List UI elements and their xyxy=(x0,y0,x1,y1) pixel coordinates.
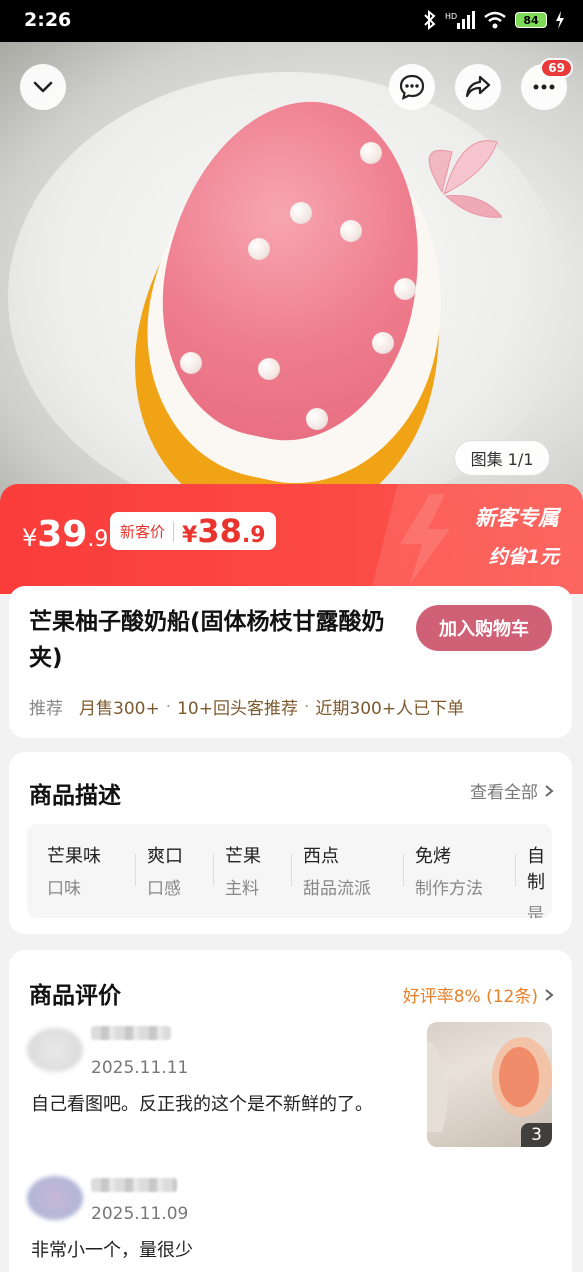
wifi-icon xyxy=(484,11,506,29)
tapioca-pearl xyxy=(360,142,382,164)
battery-indicator: 84 xyxy=(515,12,547,28)
share-button[interactable] xyxy=(455,64,501,110)
tapioca-pearl xyxy=(394,278,416,300)
original-price: ¥ 39 .9 xyxy=(22,514,108,555)
product-image[interactable]: 69 图集 1/1 xyxy=(0,42,583,502)
view-all-label: 查看全部 xyxy=(470,783,538,803)
view-all-link[interactable]: 查看全部 xyxy=(470,778,554,803)
divider xyxy=(403,854,404,886)
divider xyxy=(291,854,292,886)
attribute-item: 西点 甜品流派 xyxy=(303,842,371,899)
reviewer-name-blurred xyxy=(91,1178,177,1192)
review-text: 自己看图吧。反正我的这个是不新鲜的了。 xyxy=(31,1094,373,1115)
signal-icon: HD xyxy=(445,11,475,29)
attribute-value: 爽口 xyxy=(147,846,183,867)
description-card: 商品描述 查看全部 芒果味 口味 爽口 口感 芒果 主料 西点 甜品流派 免烤 … xyxy=(9,752,572,934)
new-customer-price: ¥ 38 .9 xyxy=(182,512,266,550)
tapioca-pearl xyxy=(372,332,394,354)
collapse-button[interactable] xyxy=(20,64,66,110)
promo-title: 新客专属 xyxy=(475,506,559,530)
attribute-item: 自制 是否 xyxy=(527,842,552,918)
tapioca-pearl xyxy=(258,358,280,380)
chevron-down-icon xyxy=(33,81,53,93)
gallery-counter[interactable]: 图集 1/1 xyxy=(454,440,550,476)
share-arrow-icon xyxy=(465,75,491,98)
separator-dot: · xyxy=(304,696,310,717)
review-date: 2025.11.11 xyxy=(91,1058,189,1078)
monthly-sales: 月售300+ xyxy=(79,699,160,719)
currency-symbol: ¥ xyxy=(22,524,38,552)
attributes-list[interactable]: 芒果味 口味 爽口 口感 芒果 主料 西点 甜品流派 免烤 制作方法 自制 是 xyxy=(27,824,552,918)
chevron-right-icon xyxy=(545,988,554,1001)
avatar xyxy=(27,1028,83,1072)
review-date: 2025.11.09 xyxy=(91,1204,189,1224)
currency-symbol: ¥ xyxy=(182,523,198,548)
rating-summary-link[interactable]: 好评率8% (12条) xyxy=(403,982,554,1007)
attribute-item: 芒果味 口味 xyxy=(47,842,101,899)
new-customer-price-box: 新客价 ¥ 38 .9 xyxy=(110,512,276,550)
new-price-int: 38 xyxy=(197,512,242,550)
review-text: 非常小一个，量很少 xyxy=(31,1240,193,1261)
price-banner: ¥ 39 .9 新客价 ¥ 38 .9 新客专属 约省1元 xyxy=(0,484,583,594)
more-button[interactable]: 69 xyxy=(521,58,573,110)
separator-dot: · xyxy=(165,696,172,717)
attribute-item: 免烤 制作方法 xyxy=(415,842,483,899)
divider xyxy=(213,854,214,886)
attribute-item: 芒果 主料 xyxy=(225,842,261,899)
tapioca-pearl xyxy=(306,408,328,430)
attribute-key: 甜品流派 xyxy=(303,879,371,899)
charging-icon xyxy=(556,11,564,29)
chat-button[interactable] xyxy=(389,64,435,110)
review-photo[interactable]: 3 xyxy=(427,1022,552,1147)
divider xyxy=(135,854,136,886)
bluetooth-icon xyxy=(424,10,436,30)
avatar xyxy=(27,1176,83,1220)
sales-meta-row: 推荐 月售300+ · 10+回头客推荐 · 近期300+人已下单 xyxy=(29,694,465,720)
new-price-dec: .9 xyxy=(241,523,266,548)
chevron-right-icon xyxy=(545,784,554,797)
tapioca-pearl xyxy=(290,202,312,224)
original-price-dec: .9 xyxy=(87,527,109,552)
reviews-card: 商品评价 好评率8% (12条) 2025.11.11 自己看图吧。反正我的这个… xyxy=(9,950,572,1272)
status-bar: 2:26 HD 84 xyxy=(0,0,583,42)
attribute-key: 是否 xyxy=(527,905,544,918)
promo-savings: 约省1元 xyxy=(488,546,559,568)
status-time: 2:26 xyxy=(24,9,72,31)
attribute-key: 口感 xyxy=(147,879,181,899)
product-title: 芒果柚子酸奶船(固体杨枝甘露酸奶夹) xyxy=(29,609,385,671)
add-to-cart-button[interactable]: 加入购物车 xyxy=(416,605,552,651)
status-icons: HD 84 xyxy=(423,10,565,30)
attribute-value: 芒果 xyxy=(225,846,261,867)
original-price-int: 39 xyxy=(37,514,88,555)
notification-badge: 69 xyxy=(540,58,573,78)
tapioca-pearl xyxy=(248,238,270,260)
tapioca-pearl xyxy=(180,352,202,374)
attribute-value: 西点 xyxy=(303,846,339,867)
attribute-value: 免烤 xyxy=(415,846,451,867)
divider xyxy=(515,854,516,886)
lightning-decoration-icon xyxy=(400,494,450,584)
description-title: 商品描述 xyxy=(29,783,121,809)
new-customer-price-label: 新客价 xyxy=(120,520,175,542)
attribute-value: 自制 xyxy=(527,846,545,893)
product-detail-page: 2:26 HD 84 69 图集 1/1 ¥ 39 .9 新客价 ¥ 38 .9… xyxy=(0,0,583,1272)
recommend-label: 推荐 xyxy=(29,699,63,719)
reviewer-name-blurred xyxy=(91,1026,171,1040)
attribute-key: 口味 xyxy=(47,879,81,899)
photo-count: 3 xyxy=(521,1123,552,1147)
attribute-key: 主料 xyxy=(225,879,259,899)
tapioca-pearl xyxy=(340,220,362,242)
recent-orders: 近期300+人已下单 xyxy=(315,699,465,719)
attribute-key: 制作方法 xyxy=(415,879,483,899)
reviews-title: 商品评价 xyxy=(29,983,121,1009)
attribute-item: 爽口 口感 xyxy=(147,842,183,899)
attribute-value: 芒果味 xyxy=(47,846,101,867)
repeat-customers: 10+回头客推荐 xyxy=(177,699,298,719)
product-info-card: 芒果柚子酸奶船(固体杨枝甘露酸奶夹) 加入购物车 推荐 月售300+ · 10+… xyxy=(9,586,572,738)
rating-summary: 好评率8% (12条) xyxy=(402,987,538,1007)
chat-bubble-icon xyxy=(399,74,425,100)
butterfly-decoration-icon xyxy=(428,140,502,218)
svg-text:HD: HD xyxy=(445,12,457,21)
